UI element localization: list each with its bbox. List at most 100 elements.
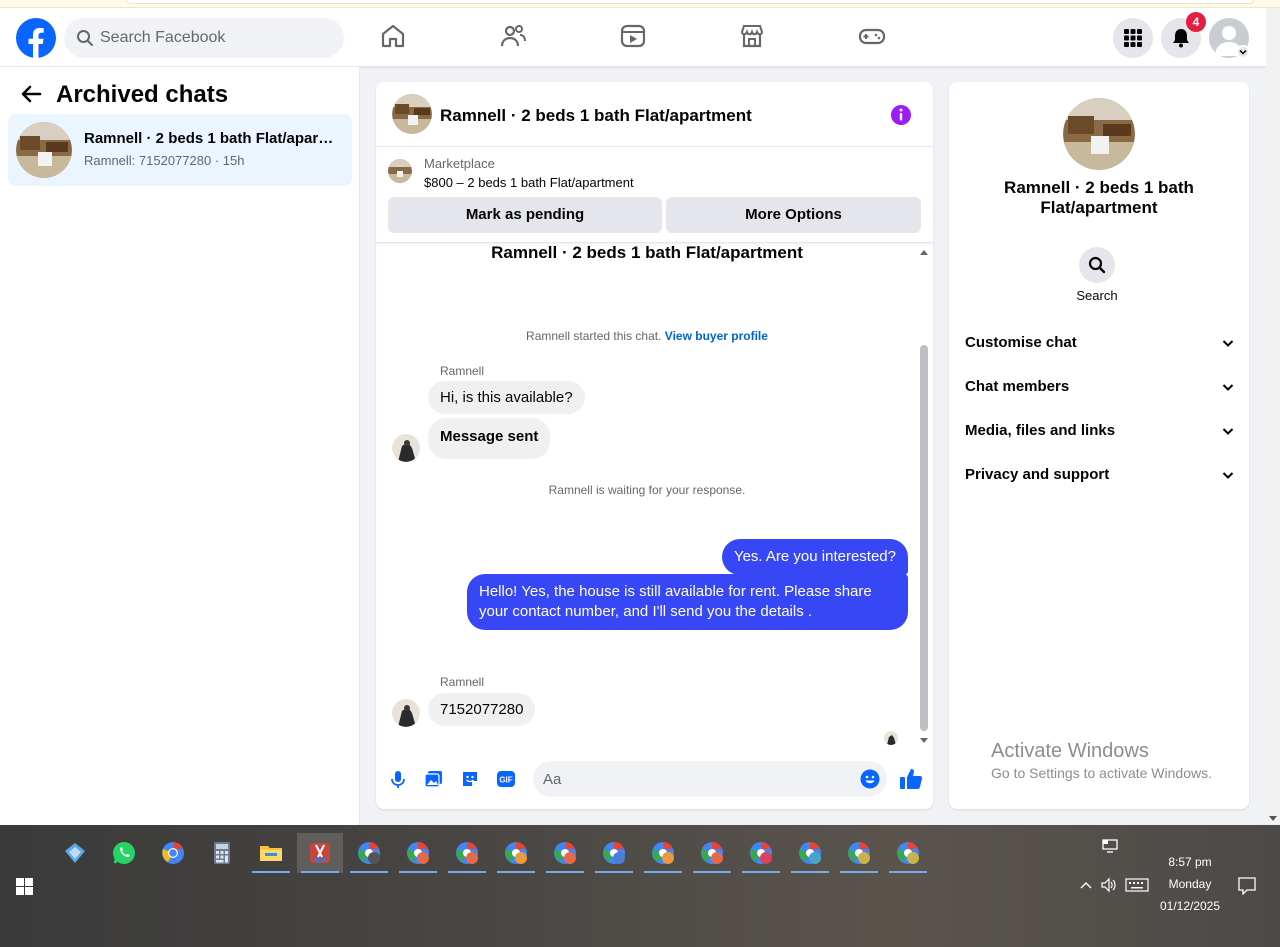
chat-preview: Ramnell: 7152077280 · 15h	[84, 153, 245, 168]
mark-pending-button[interactable]: Mark as pending	[388, 197, 662, 233]
taskbar-chrome-profile[interactable]	[346, 833, 392, 873]
clock-time[interactable]: 8:57 pm	[1160, 855, 1220, 869]
sticker-icon[interactable]	[460, 769, 480, 789]
volume-icon[interactable]	[1100, 877, 1118, 893]
taskbar-chrome-profile[interactable]	[395, 833, 441, 873]
message-bubble-outgoing[interactable]: Hello! Yes, the house is still available…	[467, 574, 908, 630]
more-options-button[interactable]: More Options	[666, 197, 921, 233]
snipping-tool-icon	[310, 843, 330, 863]
taskbar-chrome-profile[interactable]	[836, 833, 882, 873]
sender-name: Ramnell	[440, 675, 485, 689]
account-caret[interactable]	[1236, 45, 1250, 59]
message-input[interactable]	[533, 761, 887, 797]
notification-center-icon[interactable]	[1238, 877, 1256, 895]
taskbar-chrome-profile[interactable]	[738, 833, 784, 873]
emoji-icon[interactable]	[860, 769, 880, 789]
search-conversation-button[interactable]	[1079, 247, 1115, 283]
view-buyer-profile-link[interactable]: View buyer profile	[665, 329, 768, 343]
taskbar-file-explorer[interactable]	[248, 833, 294, 873]
message-bubble-incoming[interactable]: 7152077280	[428, 693, 536, 726]
taskbar-snipping-tool[interactable]	[297, 833, 343, 873]
marketplace-icon[interactable]	[738, 22, 766, 50]
search-label: Search	[1076, 288, 1118, 303]
conversation-panel: Ramnell · 2 beds 1 bath Flat/apartment M…	[376, 82, 933, 809]
listing-price-title[interactable]: $800 – 2 beds 1 bath Flat/apartment	[424, 175, 634, 190]
windows-start-icon[interactable]	[16, 878, 33, 895]
chrome-profile-icon	[848, 842, 870, 864]
info-panel-title: Ramnell · 2 beds 1 bath Flat/apartment	[1004, 178, 1194, 217]
search-input[interactable]	[100, 18, 330, 58]
chrome-profile-icon	[407, 842, 429, 864]
keyboard-icon[interactable]	[1125, 878, 1149, 892]
section-privacy-support[interactable]: Privacy and support	[965, 460, 1235, 490]
taskbar-chrome-profile[interactable]	[493, 833, 539, 873]
sender-avatar[interactable]	[392, 699, 420, 727]
taskbar-whatsapp[interactable]	[101, 833, 147, 873]
conversation-title[interactable]: Ramnell · 2 beds 1 bath Flat/apartment	[440, 106, 752, 126]
conversation-header: Ramnell · 2 beds 1 bath Flat/apartment	[376, 82, 933, 147]
taskbar-chrome-profile[interactable]	[885, 833, 931, 873]
back-arrow-icon[interactable]	[20, 83, 42, 105]
chevron-down-icon	[1222, 384, 1234, 391]
chrome-profile-icon	[554, 842, 576, 864]
info-icon[interactable]	[890, 104, 912, 126]
home-icon[interactable]	[379, 22, 407, 50]
conversation-scrollbar[interactable]	[917, 247, 929, 745]
search-icon	[77, 30, 93, 46]
page-scrollbar[interactable]	[1266, 8, 1280, 825]
clock-date[interactable]: 01/12/2025	[1155, 899, 1225, 913]
gaming-icon[interactable]	[858, 22, 886, 50]
chat-title: Ramnell · 2 beds 1 bath Flat/apartment	[84, 130, 334, 147]
calculator-icon	[214, 842, 230, 864]
section-customise-chat[interactable]: Customise chat	[965, 328, 1235, 358]
chat-started-notice: Ramnell started this chat. View buyer pr…	[526, 329, 768, 343]
listing-thumbnail[interactable]	[388, 159, 412, 183]
message-bubble-incoming[interactable]: Hi, is this available?	[428, 381, 585, 414]
taskbar-chrome-profile[interactable]	[542, 833, 588, 873]
waiting-notice: Ramnell is waiting for your response.	[548, 483, 746, 497]
facebook-header: 4	[0, 8, 1266, 67]
friends-icon[interactable]	[499, 22, 527, 50]
sender-avatar[interactable]	[392, 434, 420, 462]
search-box[interactable]	[64, 18, 344, 58]
thumbs-up-icon[interactable]	[899, 767, 923, 791]
video-icon[interactable]	[619, 22, 647, 50]
photo-icon[interactable]	[424, 769, 444, 789]
copilot-icon	[65, 843, 85, 863]
chrome-profile-icon	[799, 842, 821, 864]
menu-button[interactable]	[1113, 18, 1153, 58]
chrome-profile-icon	[505, 842, 527, 864]
chat-list-item[interactable]: Ramnell · 2 beds 1 bath Flat/apartment R…	[8, 114, 352, 186]
grid-menu-icon	[1124, 29, 1142, 47]
taskbar-chrome-profile[interactable]	[591, 833, 637, 873]
read-receipt-avatar	[884, 731, 898, 745]
windows-taskbar: 8:57 pm Monday 01/12/2025	[0, 825, 1280, 947]
conversation-avatar[interactable]	[392, 94, 432, 134]
taskbar-chrome[interactable]	[150, 833, 196, 873]
listing-avatar-large	[1063, 98, 1135, 170]
facebook-logo-icon[interactable]	[16, 18, 56, 58]
message-sent-card[interactable]: Message sent	[428, 418, 551, 459]
message-bubble-outgoing[interactable]: Yes. Are you interested?	[721, 539, 908, 575]
clock-day[interactable]: Monday	[1160, 877, 1220, 891]
whatsapp-icon	[113, 842, 135, 864]
taskbar-chrome-profile[interactable]	[689, 833, 735, 873]
taskbar-copilot[interactable]	[52, 833, 98, 873]
chrome-profile-icon	[603, 842, 625, 864]
microphone-icon[interactable]	[388, 769, 408, 789]
display-icon[interactable]	[1102, 839, 1118, 853]
taskbar-chrome-profile[interactable]	[787, 833, 833, 873]
section-media-files-links[interactable]: Media, files and links	[965, 416, 1235, 446]
taskbar-chrome-profile[interactable]	[444, 833, 490, 873]
section-chat-members[interactable]: Chat members	[965, 372, 1235, 402]
chevron-up-icon[interactable]	[1079, 880, 1093, 890]
marketplace-label: Marketplace	[424, 156, 495, 171]
taskbar-calculator[interactable]	[199, 833, 245, 873]
chrome-profile-icon	[701, 842, 723, 864]
chevron-down-icon	[1222, 428, 1234, 435]
sender-name: Ramnell	[440, 364, 485, 378]
page-title: Archived chats	[56, 81, 229, 108]
taskbar-chrome-profile[interactable]	[640, 833, 686, 873]
gif-icon[interactable]: GIF	[496, 769, 516, 789]
browser-top-strip	[0, 0, 1280, 8]
